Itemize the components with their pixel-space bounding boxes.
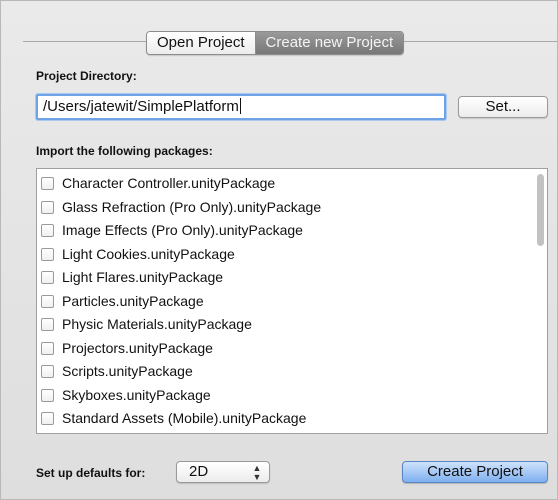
package-checkbox[interactable] [41, 223, 54, 237]
import-packages-label: Import the following packages: [36, 144, 213, 158]
package-label: Image Effects (Pro Only).unityPackage [62, 222, 303, 238]
list-item[interactable]: Physic Materials.unityPackage [41, 314, 252, 334]
package-label: Light Flares.unityPackage [62, 269, 224, 285]
package-checkbox[interactable] [41, 388, 54, 402]
package-list[interactable]: Character Controller.unityPackage Glass … [36, 168, 548, 434]
list-item[interactable]: Scripts.unityPackage [41, 361, 193, 381]
list-item[interactable]: Skyboxes.unityPackage [41, 385, 211, 405]
package-checkbox[interactable] [41, 294, 54, 308]
package-checkbox[interactable] [41, 247, 54, 261]
list-item[interactable]: Projectors.unityPackage [41, 338, 213, 358]
package-checkbox[interactable] [41, 270, 54, 284]
defaults-selected-value: 2D [189, 463, 209, 480]
scrollbar-thumb[interactable] [537, 174, 544, 246]
package-checkbox[interactable] [41, 364, 54, 378]
package-label: Character Controller.unityPackage [62, 175, 276, 191]
package-checkbox[interactable] [41, 200, 54, 214]
package-label: Particles.unityPackage [62, 293, 204, 309]
project-directory-input[interactable]: /Users/jatewit/SimplePlatform [36, 94, 446, 120]
list-item[interactable]: Light Cookies.unityPackage [41, 244, 235, 264]
package-checkbox[interactable] [41, 176, 54, 190]
list-item[interactable]: Particles.unityPackage [41, 291, 204, 311]
create-project-dialog: Open Project Create new Project Project … [0, 0, 558, 500]
text-caret [239, 98, 241, 114]
list-item[interactable]: Image Effects (Pro Only).unityPackage [41, 220, 303, 240]
create-project-button[interactable]: Create Project [402, 461, 548, 483]
list-item[interactable]: Glass Refraction (Pro Only).unityPackage [41, 197, 321, 217]
tab-create-new-project[interactable]: Create new Project [255, 32, 404, 54]
list-item[interactable]: Light Flares.unityPackage [41, 267, 223, 287]
set-directory-button[interactable]: Set... [458, 96, 548, 118]
project-directory-label: Project Directory: [36, 69, 137, 83]
defaults-label: Set up defaults for: [36, 466, 146, 480]
package-label: Standard Assets (Mobile).unityPackage [62, 410, 307, 426]
package-checkbox[interactable] [41, 411, 54, 425]
package-checkbox[interactable] [41, 317, 54, 331]
package-label: Projectors.unityPackage [62, 340, 213, 356]
package-list-scrollbar[interactable] [536, 171, 545, 431]
list-item[interactable]: Character Controller.unityPackage [41, 173, 275, 193]
list-item[interactable]: Standard Assets (Mobile).unityPackage [41, 408, 306, 428]
project-directory-value: /Users/jatewit/SimplePlatform [43, 98, 239, 115]
package-label: Glass Refraction (Pro Only).unityPackage [62, 199, 322, 215]
package-label: Scripts.unityPackage [62, 363, 193, 379]
package-label: Skyboxes.unityPackage [62, 387, 211, 403]
up-down-arrows-icon: ▲▼ [252, 463, 262, 481]
package-label: Physic Materials.unityPackage [62, 316, 252, 332]
package-checkbox[interactable] [41, 341, 54, 355]
tab-open-project[interactable]: Open Project [147, 32, 256, 54]
project-mode-tabs: Open Project Create new Project [146, 31, 405, 55]
defaults-select[interactable]: 2D ▲▼ [176, 461, 270, 483]
package-label: Light Cookies.unityPackage [62, 246, 235, 262]
